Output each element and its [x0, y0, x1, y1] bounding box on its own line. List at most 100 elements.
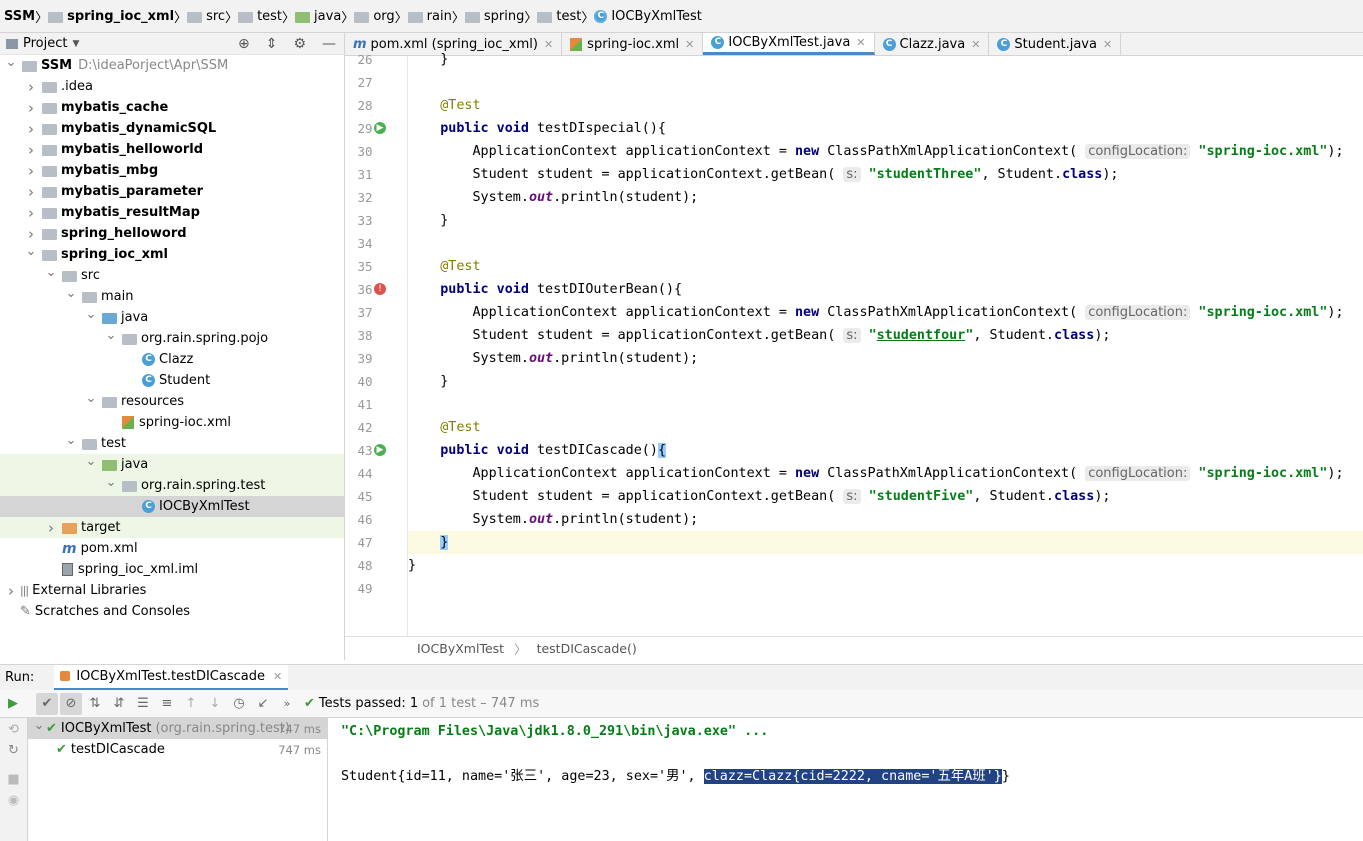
stop-icon[interactable]: ■ — [0, 772, 27, 787]
chevron-right-icon[interactable]: › — [4, 582, 18, 600]
history-icon[interactable]: ◷ — [228, 693, 250, 715]
console-selected-text[interactable]: clazz=Clazz{cid=2222, cname='五年A班'} — [703, 769, 1002, 784]
chevron-down-icon[interactable]: ⌄ — [44, 265, 58, 280]
camera-icon[interactable]: ◉ — [0, 793, 27, 808]
tree-item[interactable]: ⌄ java — [0, 307, 344, 328]
debug-icon[interactable]: ⟲ — [0, 722, 27, 737]
code-line[interactable]: } — [408, 48, 1363, 71]
tree-item[interactable]: › mybatis_helloworld — [0, 139, 344, 160]
code-line[interactable]: System.out.println(student); — [408, 347, 1363, 370]
code-line[interactable] — [408, 577, 1363, 600]
sort-alpha-icon[interactable]: ⇅ — [84, 693, 106, 715]
project-view-selector[interactable]: Project — [23, 36, 67, 51]
breadcrumb-item[interactable]: spring_ioc_xml — [48, 9, 174, 24]
chevron-down-icon[interactable]: ⌄ — [84, 391, 98, 406]
chevron-right-icon[interactable]: › — [24, 183, 38, 201]
test-result-item[interactable]: ✔ testDICascade 747 ms — [28, 739, 327, 760]
code-line[interactable]: @Test — [408, 94, 1363, 117]
hide-panel-icon[interactable]: — — [322, 36, 336, 52]
code-line[interactable]: @Test — [408, 416, 1363, 439]
tree-item[interactable]: › mybatis_resultMap — [0, 202, 344, 223]
tree-item[interactable]: ✎ Scratches and Consoles — [0, 601, 344, 622]
code-line[interactable] — [408, 232, 1363, 255]
rerun-icon[interactable]: ▶ — [2, 693, 24, 715]
tree-item[interactable]: spring_ioc_xml.iml — [0, 559, 344, 580]
tree-item[interactable]: ⌄ org.rain.spring.pojo — [0, 328, 344, 349]
editor-breadcrumb-class[interactable]: IOCByXmlTest — [417, 641, 504, 656]
show-passed-icon[interactable]: ✔ — [36, 692, 58, 715]
tree-item[interactable]: ⌄ test — [0, 433, 344, 454]
code-line[interactable]: public void testDIspecial(){ — [408, 117, 1363, 140]
breadcrumb-item[interactable]: test — [537, 9, 581, 24]
tree-item[interactable]: › ||| External Libraries — [0, 580, 344, 601]
code-line[interactable]: System.out.println(student); — [408, 508, 1363, 531]
tree-item[interactable]: › mybatis_mbg — [0, 160, 344, 181]
tree-item[interactable]: spring-ioc.xml — [0, 412, 344, 433]
tree-item[interactable]: ⌄ main — [0, 286, 344, 307]
more-icon[interactable]: » — [276, 693, 298, 715]
tree-item[interactable]: C Clazz — [0, 349, 344, 370]
code-line[interactable]: ApplicationContext applicationContext = … — [408, 140, 1363, 163]
chevron-down-icon[interactable]: ⌄ — [4, 55, 18, 70]
tree-item[interactable]: m pom.xml — [0, 538, 344, 559]
console-output[interactable]: "C:\Program Files\Java\jdk1.8.0_291\bin\… — [328, 718, 1363, 841]
tree-item[interactable]: ⌄ SSM D:\ideaPorject\Apr\SSM — [0, 55, 344, 76]
tree-item[interactable]: › mybatis_cache — [0, 97, 344, 118]
chevron-down-icon[interactable]: ⌄ — [64, 286, 78, 301]
code-line[interactable]: System.out.println(student); — [408, 186, 1363, 209]
tree-item[interactable]: › target — [0, 517, 344, 538]
import-tests-icon[interactable]: ↙ — [252, 693, 274, 715]
code-line[interactable]: ApplicationContext applicationContext = … — [408, 462, 1363, 485]
tree-item[interactable]: ⌄ java — [0, 454, 344, 475]
prev-failed-icon[interactable]: ↑ — [180, 693, 202, 715]
breadcrumb-item[interactable]: src — [187, 9, 225, 24]
chevron-down-icon[interactable]: ⌄ — [104, 328, 118, 343]
gear-icon[interactable]: ⚙ — [293, 36, 306, 52]
chevron-down-icon[interactable]: ⌄ — [64, 433, 78, 448]
tree-item[interactable]: › mybatis_dynamicSQL — [0, 118, 344, 139]
tree-item[interactable]: C Student — [0, 370, 344, 391]
chevron-down-icon[interactable]: ⌄ — [32, 718, 46, 733]
chevron-down-icon[interactable]: ⌄ — [104, 475, 118, 490]
code-line[interactable]: Student student = applicationContext.get… — [408, 485, 1363, 508]
chevron-right-icon[interactable]: › — [24, 78, 38, 96]
code-line[interactable]: Student student = applicationContext.get… — [408, 324, 1363, 347]
editor-breadcrumb-method[interactable]: testDICascade() — [537, 641, 637, 656]
test-result-item[interactable]: ⌄ ✔ IOCByXmlTest (org.rain.spring.test) 747 … — [28, 718, 327, 739]
locate-icon[interactable]: ⊕ — [238, 36, 250, 52]
code-line[interactable] — [408, 393, 1363, 416]
next-failed-icon[interactable]: ↓ — [204, 693, 226, 715]
code-line[interactable]: } — [408, 209, 1363, 232]
sort-duration-icon[interactable]: ⇵ — [108, 693, 130, 715]
chevron-down-icon[interactable]: ⌄ — [84, 454, 98, 469]
tree-item[interactable]: ⌄ src — [0, 265, 344, 286]
breadcrumb-item[interactable]: SSM — [4, 9, 35, 24]
run-tab[interactable]: IOCByXmlTest.testDICascade ✕ — [54, 664, 289, 691]
chevron-down-icon[interactable]: ▼ — [72, 39, 79, 49]
breadcrumb-item[interactable]: spring — [464, 9, 524, 24]
tree-item[interactable]: ⌄ spring_ioc_xml — [0, 244, 344, 265]
code-line[interactable]: public void testDICascade(){ — [408, 439, 1363, 462]
chevron-right-icon[interactable]: › — [24, 120, 38, 138]
code-line[interactable]: public void testDIOuterBean(){ — [408, 278, 1363, 301]
code-line[interactable] — [408, 71, 1363, 94]
chevron-right-icon[interactable]: › — [44, 519, 58, 537]
breadcrumb-item[interactable]: java — [295, 9, 341, 24]
code-line[interactable]: Student student = applicationContext.get… — [408, 163, 1363, 186]
expand-all-icon[interactable]: ☰ — [132, 693, 154, 715]
tree-item[interactable]: ⌄ resources — [0, 391, 344, 412]
rerun-failed-icon[interactable]: ↻ — [0, 743, 27, 758]
run-test-icon[interactable]: ▶ — [374, 122, 386, 134]
run-test-icon[interactable]: ▶ — [374, 444, 386, 456]
chevron-right-icon[interactable]: › — [24, 141, 38, 159]
breadcrumb-item[interactable]: C IOCByXmlTest — [594, 9, 702, 24]
show-ignored-icon[interactable]: ⊘ — [60, 692, 82, 715]
chevron-down-icon[interactable]: ⌄ — [84, 307, 98, 322]
tree-item[interactable]: C IOCByXmlTest — [0, 496, 344, 517]
chevron-right-icon[interactable]: › — [24, 99, 38, 117]
breadcrumb-item[interactable]: test — [238, 9, 282, 24]
breadcrumb-item[interactable]: org — [354, 9, 395, 24]
tree-item[interactable]: › .idea — [0, 76, 344, 97]
collapse-all-icon[interactable]: ≡ — [156, 693, 178, 715]
chevron-down-icon[interactable]: ⌄ — [24, 244, 38, 259]
